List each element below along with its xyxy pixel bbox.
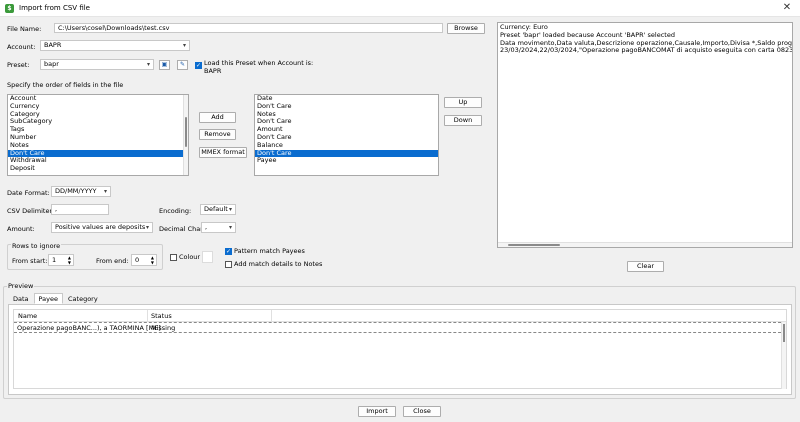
tab-payee[interactable]: Payee <box>33 293 63 304</box>
decimal-char-value: , <box>205 223 208 231</box>
chevron-down-icon: ▾ <box>228 224 232 231</box>
spinner-arrows-icon[interactable]: ▲ ▼ <box>68 255 71 265</box>
decimal-char-select[interactable]: , ▾ <box>201 222 236 233</box>
clear-button[interactable]: Clear <box>627 261 664 272</box>
csv-delimiter-label: CSV Delimiter: <box>7 207 55 215</box>
available-fields-scrollbar[interactable] <box>183 95 188 175</box>
account-select-value: BAPR <box>44 41 62 49</box>
preset-select[interactable]: bapr ▾ <box>40 59 154 70</box>
selected-fields-items: Date Don't Care Notes Don't Care Amount Don't… <box>255 95 438 165</box>
load-preset-account: BAPR <box>204 67 222 75</box>
preset-label: Preset: <box>7 61 30 69</box>
preview-h-scrollbar[interactable] <box>498 242 792 247</box>
column-divider[interactable] <box>147 310 148 322</box>
tab-category[interactable]: Category <box>63 293 103 304</box>
available-field-item[interactable]: SubCategory <box>8 118 188 126</box>
add-match-checkbox[interactable] <box>225 261 232 268</box>
from-start-spinner[interactable]: 1 ▲ ▼ <box>48 254 74 266</box>
spinner-arrows-icon[interactable]: ▲ ▼ <box>151 255 154 265</box>
chevron-down-icon: ▾ <box>228 206 232 213</box>
preset-select-value: bapr <box>44 60 59 68</box>
move-down-button[interactable]: Down <box>444 115 482 126</box>
column-header-status[interactable]: Status <box>151 312 172 320</box>
scrollbar-thumb[interactable] <box>508 244 560 246</box>
preview-line: 23/03/2024,22/03/2024,"Operazione pagoBA… <box>500 46 793 55</box>
from-end-label: From end: <box>96 257 129 265</box>
available-field-item[interactable]: Number <box>8 133 188 142</box>
pattern-match-checkbox[interactable]: ✓ <box>225 248 232 255</box>
payee-status-cell: Missing <box>151 324 176 332</box>
file-preview-text: Currency: Euro Preset 'bapr' loaded becau… <box>498 23 792 56</box>
amount-value: Positive values are deposits <box>55 223 146 231</box>
account-label: Account: <box>7 43 36 51</box>
payee-name-cell: Operazione pagoBANC...), a TAORMINA [ME] <box>17 324 161 332</box>
table-row[interactable]: Operazione pagoBANC...), a TAORMINA [ME]… <box>14 322 786 333</box>
payee-table: Name Status Operazione pagoBANC...), a T… <box>13 309 787 389</box>
encoding-select[interactable]: Default ▾ <box>200 204 236 215</box>
date-format-select[interactable]: DD/MM/YYYY ▾ <box>51 186 111 197</box>
load-preset-checkbox[interactable]: ✓ <box>195 62 202 69</box>
scrollbar-thumb[interactable] <box>783 324 785 342</box>
preview-tabs: Data Payee Category <box>8 293 103 304</box>
colour-checkbox[interactable] <box>170 254 177 261</box>
file-name-input[interactable]: C:\Users\cosel\Downloads\test.csv <box>54 23 443 33</box>
csv-delimiter-input[interactable]: , <box>51 204 109 215</box>
from-start-value: 1 <box>52 256 57 264</box>
pattern-match-label: Pattern match Payees <box>234 247 305 255</box>
amount-label: Amount: <box>7 225 35 233</box>
selected-field-item[interactable]: Don't Care <box>255 102 438 111</box>
file-preview-pane[interactable]: Currency: Euro Preset 'bapr' loaded becau… <box>497 22 793 248</box>
selected-field-item[interactable]: Payee <box>255 157 438 165</box>
app-icon: $ <box>5 4 14 13</box>
chevron-down-icon: ▾ <box>182 42 186 49</box>
close-icon[interactable]: ✕ <box>780 2 794 14</box>
save-preset-icon[interactable]: ▣ <box>159 60 170 70</box>
add-field-button[interactable]: Add <box>199 112 236 123</box>
available-fields-list[interactable]: Account Currency Category SubCategory Tags Nu… <box>7 94 189 176</box>
date-format-value: DD/MM/YYYY <box>55 187 97 195</box>
selected-fields-list[interactable]: Date Don't Care Notes Don't Care Amount Don't… <box>254 94 439 176</box>
chevron-down-icon: ▾ <box>103 188 107 195</box>
browse-button[interactable]: Browse <box>447 23 485 34</box>
amount-select[interactable]: Positive values are deposits ▾ <box>51 222 153 233</box>
window-title: Import from CSV file <box>19 4 90 12</box>
remove-field-button[interactable]: Remove <box>199 129 236 140</box>
column-divider[interactable] <box>271 310 272 322</box>
available-field-item[interactable]: Deposit <box>8 164 188 173</box>
load-preset-label: Load this Preset when Account is: <box>204 59 314 67</box>
payee-table-header: Name Status <box>14 310 786 322</box>
chevron-down-icon: ▾ <box>146 61 150 68</box>
title-bar <box>0 0 800 17</box>
column-header-name[interactable]: Name <box>18 312 37 320</box>
selected-field-item[interactable]: Don't Care <box>255 149 438 158</box>
date-format-label: Date Format: <box>7 189 50 197</box>
available-field-item[interactable]: Withdrawal <box>8 157 188 165</box>
import-button[interactable]: Import <box>358 406 396 417</box>
chevron-down-icon: ▾ <box>145 224 149 231</box>
encoding-label: Encoding: <box>159 207 192 215</box>
edit-preset-icon[interactable]: ✎ <box>177 60 188 70</box>
close-button[interactable]: Close <box>403 406 441 417</box>
from-end-spinner[interactable]: 0 ▲ ▼ <box>131 254 157 266</box>
from-start-label: From start: <box>12 257 48 265</box>
add-match-label: Add match details to Notes <box>234 260 323 268</box>
tab-data[interactable]: Data <box>8 293 34 304</box>
rows-to-ignore-title: Rows to ignore <box>11 242 62 250</box>
preview-title: Preview <box>7 282 35 290</box>
encoding-value: Default <box>204 205 228 213</box>
available-fields-items: Account Currency Category SubCategory Tags Nu… <box>8 95 188 173</box>
mmex-format-button[interactable]: MMEX format <box>199 147 247 158</box>
scrollbar-thumb[interactable] <box>185 117 187 147</box>
colour-label: Colour <box>179 253 201 261</box>
decimal-char-label: Decimal Char: <box>159 225 205 233</box>
file-name-label: File Name: <box>7 25 42 33</box>
move-up-button[interactable]: Up <box>444 97 482 108</box>
colour-swatch[interactable] <box>202 251 213 263</box>
preview-tab-panel: Name Status Operazione pagoBANC...), a T… <box>8 304 792 395</box>
table-scrollbar[interactable] <box>781 322 786 389</box>
account-select[interactable]: BAPR ▾ <box>40 40 190 51</box>
from-end-value: 0 <box>135 256 140 264</box>
fields-order-label: Specify the order of fields in the file <box>7 81 124 89</box>
